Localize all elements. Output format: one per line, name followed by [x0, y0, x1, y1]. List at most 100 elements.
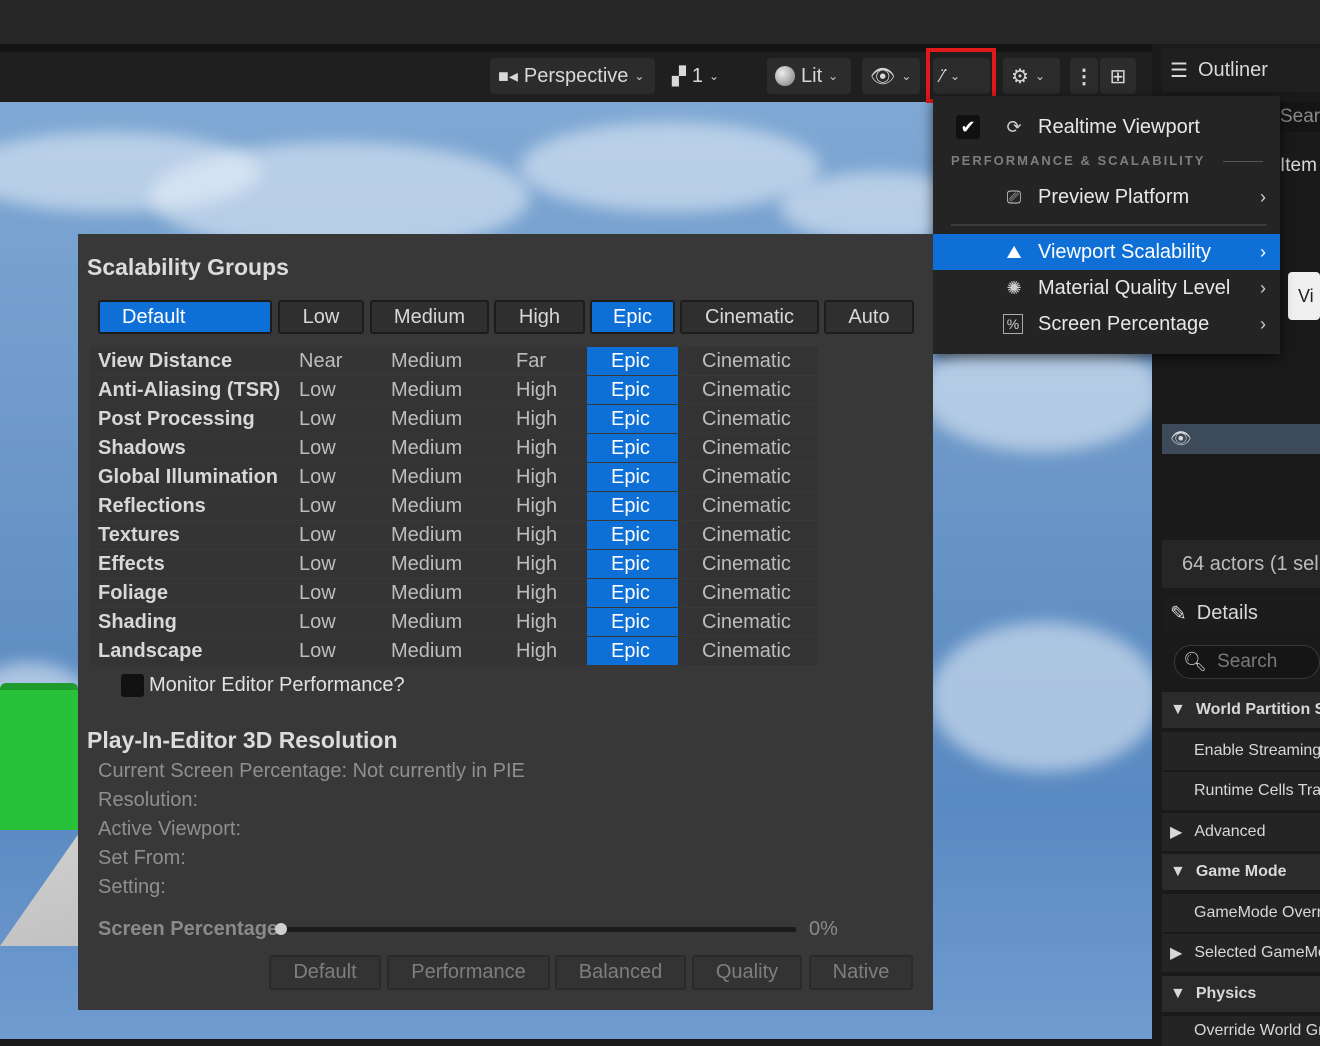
group-level-option[interactable]: Medium — [391, 492, 462, 520]
details-category-physics[interactable]: ▼ Physics — [1162, 976, 1320, 1012]
menu-item-material-quality[interactable]: ✺ Material Quality Level › — [933, 270, 1280, 306]
group-level-option[interactable]: Epic — [587, 637, 678, 665]
details-property-row[interactable]: Enable Streaming — [1162, 732, 1320, 770]
group-level-option[interactable]: Epic — [587, 347, 678, 375]
group-level-option[interactable]: Medium — [391, 550, 462, 578]
group-level-option[interactable]: Cinematic — [690, 434, 818, 462]
group-level-option[interactable]: Epic — [587, 608, 678, 636]
details-property-row[interactable]: GameMode Overr — [1162, 894, 1320, 932]
group-level-option[interactable]: High — [516, 492, 557, 520]
res-native-button[interactable]: Native — [809, 955, 913, 990]
perspective-button[interactable]: ■◂ Perspective ⌄ — [490, 58, 655, 94]
group-level-option[interactable]: Cinematic — [690, 637, 818, 665]
group-level-option[interactable]: High — [516, 376, 557, 404]
monitor-performance-checkbox[interactable] — [121, 674, 144, 697]
details-property-row[interactable]: Runtime Cells Tra — [1162, 772, 1320, 810]
group-level-option[interactable]: Low — [299, 550, 336, 578]
group-level-option[interactable]: Epic — [587, 521, 678, 549]
group-level-option[interactable]: Low — [299, 463, 336, 491]
group-level-option[interactable]: Epic — [587, 405, 678, 433]
details-category-world-partition[interactable]: ▼ World Partition Se — [1162, 692, 1320, 728]
group-level-option[interactable]: High — [516, 637, 557, 665]
group-level-option[interactable]: Near — [299, 347, 342, 375]
group-level-option[interactable]: Low — [299, 579, 336, 607]
res-default-button[interactable]: Default — [269, 955, 381, 990]
details-category-game-mode[interactable]: ▼ Game Mode — [1162, 854, 1320, 890]
slider-handle[interactable] — [275, 923, 287, 935]
group-level-option[interactable]: Epic — [587, 579, 678, 607]
details-tab[interactable]: ✎ Details — [1162, 594, 1320, 632]
group-level-option[interactable]: Medium — [391, 405, 462, 433]
outliner-column-header[interactable]: Item — [1276, 152, 1320, 180]
group-level-option[interactable]: Cinematic — [690, 550, 818, 578]
settings-button[interactable]: ⚙ ⌄ — [1003, 58, 1060, 94]
group-level-option[interactable]: Cinematic — [690, 521, 818, 549]
group-level-option[interactable]: Epic — [587, 434, 678, 462]
group-level-option[interactable]: Cinematic — [690, 608, 818, 636]
res-performance-button[interactable]: Performance — [387, 955, 550, 990]
group-level-option[interactable]: High — [516, 550, 557, 578]
group-level-option[interactable]: High — [516, 579, 557, 607]
group-level-option[interactable]: Epic — [587, 463, 678, 491]
outliner-selected-row[interactable]: 👁 — [1162, 424, 1320, 454]
menu-item-screen-percentage[interactable]: % Screen Percentage › — [933, 306, 1280, 342]
layout-button[interactable]: ⊞ — [1100, 58, 1136, 94]
chevron-down-icon: ⌄ — [901, 69, 912, 83]
scalability-group-row: View Distance Near Medium Far Epic Cinematic — [90, 347, 818, 375]
scalability-group-row: Reflections Low Medium High Epic Cinematic — [90, 492, 818, 520]
group-level-option[interactable]: Epic — [587, 492, 678, 520]
group-level-option[interactable]: Cinematic — [690, 463, 818, 491]
group-level-option[interactable]: Low — [299, 637, 336, 665]
group-level-option[interactable]: Cinematic — [690, 492, 818, 520]
group-level-option[interactable]: Medium — [391, 579, 462, 607]
menu-item-realtime-viewport[interactable]: ⟳ Realtime Viewport — [933, 109, 1280, 145]
group-level-option[interactable]: Low — [299, 376, 336, 404]
outliner-tab[interactable]: ☰ Outliner — [1162, 48, 1320, 92]
group-level-option[interactable]: Cinematic — [690, 405, 818, 433]
group-level-option[interactable]: Epic — [587, 376, 678, 404]
screen-percentage-slider[interactable] — [281, 927, 796, 932]
group-level-option[interactable]: Medium — [391, 521, 462, 549]
group-level-option[interactable]: Cinematic — [690, 347, 818, 375]
group-level-option[interactable]: High — [516, 463, 557, 491]
group-level-option[interactable]: Cinematic — [690, 376, 818, 404]
group-level-option[interactable]: Epic — [587, 550, 678, 578]
group-level-option[interactable]: Low — [299, 492, 336, 520]
group-level-option[interactable]: High — [516, 434, 557, 462]
outliner-search-input[interactable]: Sear — [1276, 102, 1320, 132]
group-level-option[interactable]: High — [516, 521, 557, 549]
more-options-button[interactable]: ⋮ — [1070, 58, 1098, 94]
details-property-row[interactable]: Override World Gr — [1162, 1016, 1320, 1046]
group-level-option[interactable]: Medium — [391, 376, 462, 404]
group-level-option[interactable]: Medium — [391, 637, 462, 665]
group-level-option[interactable]: Low — [299, 434, 336, 462]
group-level-option[interactable]: Medium — [391, 463, 462, 491]
group-level-option[interactable]: Low — [299, 405, 336, 433]
group-level-option[interactable]: Medium — [391, 608, 462, 636]
details-advanced-row[interactable]: ▶ Advanced — [1162, 813, 1320, 851]
details-search-input[interactable]: 🔍︎ Search — [1174, 645, 1320, 679]
group-level-option[interactable]: High — [516, 608, 557, 636]
preset-auto-button[interactable]: Auto — [824, 300, 914, 334]
group-level-option[interactable]: Medium — [391, 347, 462, 375]
group-level-option[interactable]: Cinematic — [690, 579, 818, 607]
group-level-option[interactable]: Far — [516, 347, 546, 375]
group-level-option[interactable]: Low — [299, 608, 336, 636]
res-balanced-button[interactable]: Balanced — [555, 955, 686, 990]
lit-button[interactable]: Lit ⌄ — [767, 58, 851, 94]
group-level-option[interactable]: Low — [299, 521, 336, 549]
show-button[interactable]: 👁 ⌄ — [862, 58, 920, 94]
menu-item-viewport-scalability[interactable]: ⛰ Viewport Scalability › — [933, 234, 1280, 270]
camera-speed-button[interactable]: ▞ 1 ⌄ — [664, 58, 734, 94]
group-level-option[interactable]: Medium — [391, 434, 462, 462]
preset-medium-button[interactable]: Medium — [370, 300, 489, 334]
res-quality-button[interactable]: Quality — [692, 955, 802, 990]
preset-high-button[interactable]: High — [494, 300, 585, 334]
preset-epic-button[interactable]: Epic — [590, 300, 675, 334]
preset-low-button[interactable]: Low — [278, 300, 364, 334]
group-level-option[interactable]: High — [516, 405, 557, 433]
preset-cinematic-button[interactable]: Cinematic — [680, 300, 819, 334]
details-property-row[interactable]: ▶ Selected GameMo — [1162, 934, 1320, 972]
preset-default-button[interactable]: Default — [98, 300, 272, 334]
menu-item-preview-platform[interactable]: ⎚ Preview Platform › — [933, 179, 1280, 215]
